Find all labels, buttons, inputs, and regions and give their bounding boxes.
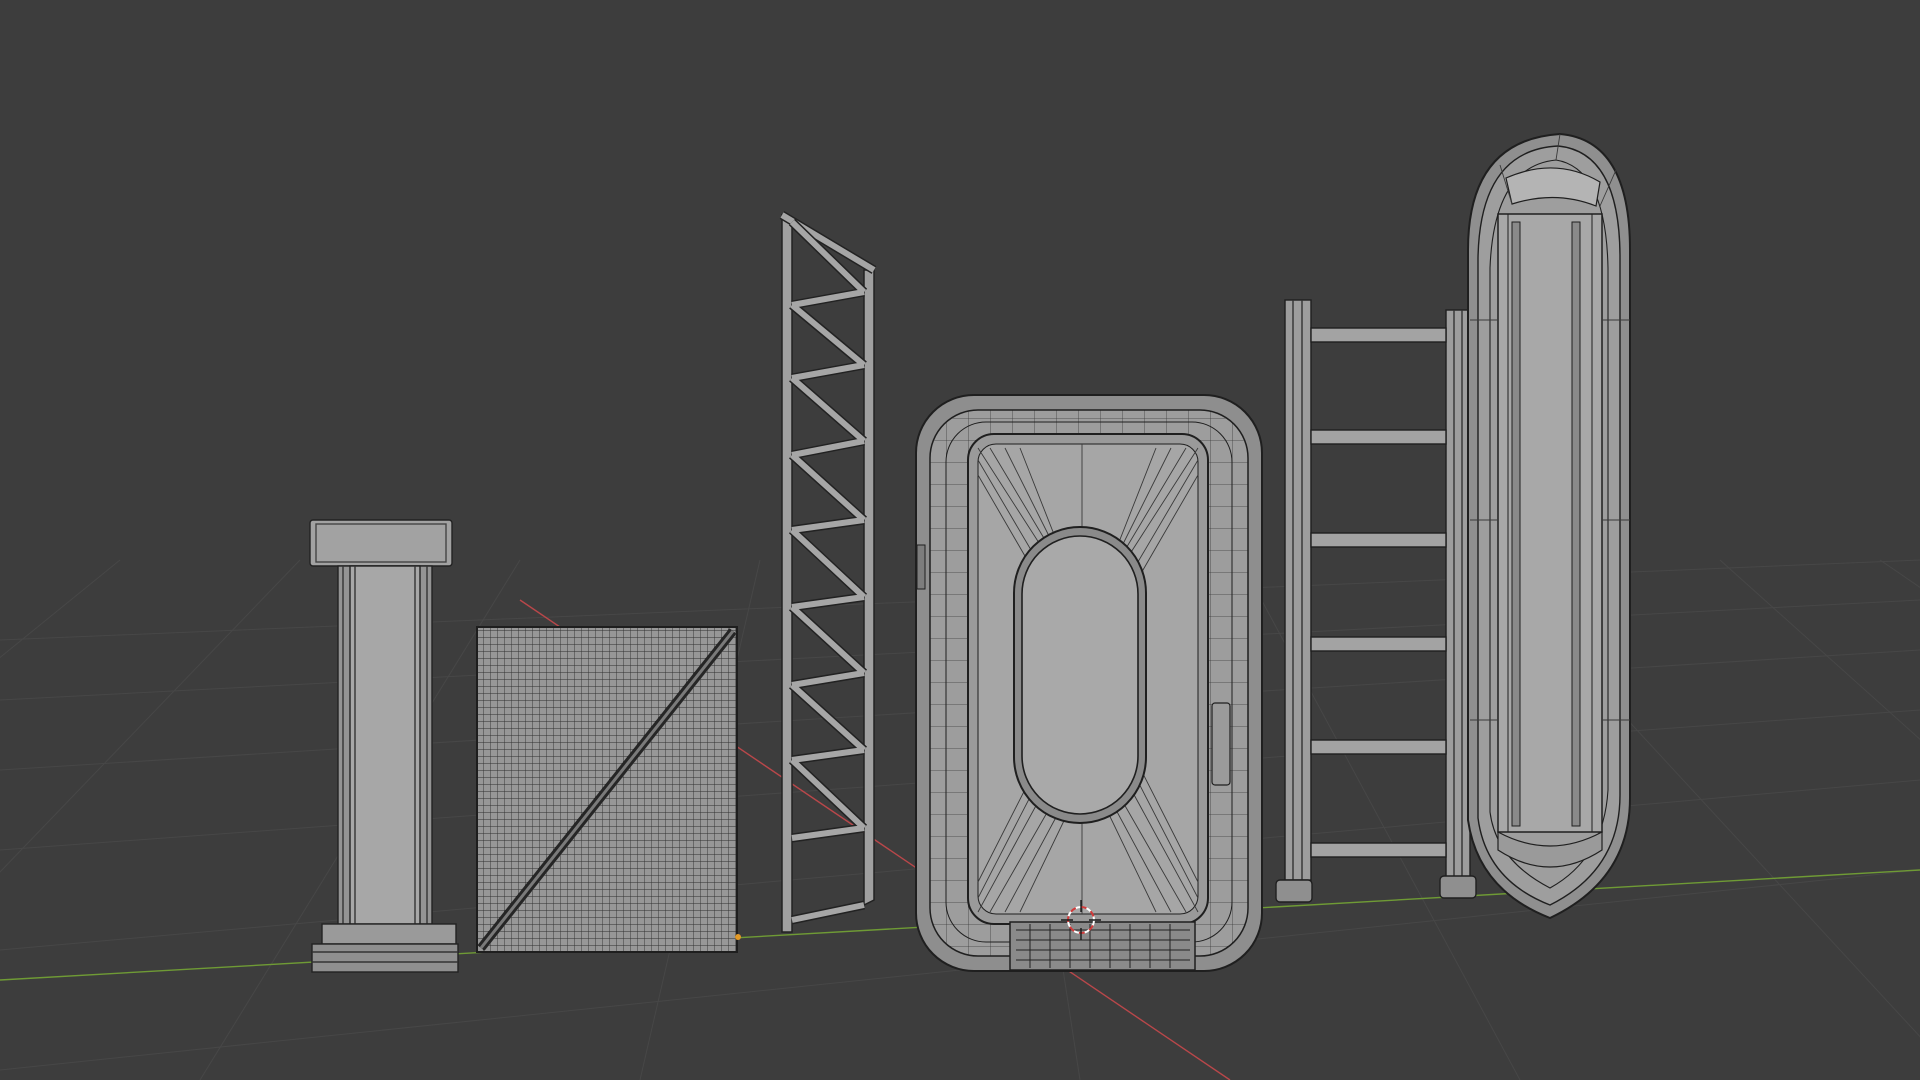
- rough-panel-object[interactable]: [476, 626, 738, 953]
- origin-point-icon: [735, 934, 741, 940]
- capsule-door-object[interactable]: [1467, 132, 1631, 920]
- hatch-door-object[interactable]: [915, 394, 1263, 972]
- 3d-viewport[interactable]: [0, 0, 1920, 1080]
